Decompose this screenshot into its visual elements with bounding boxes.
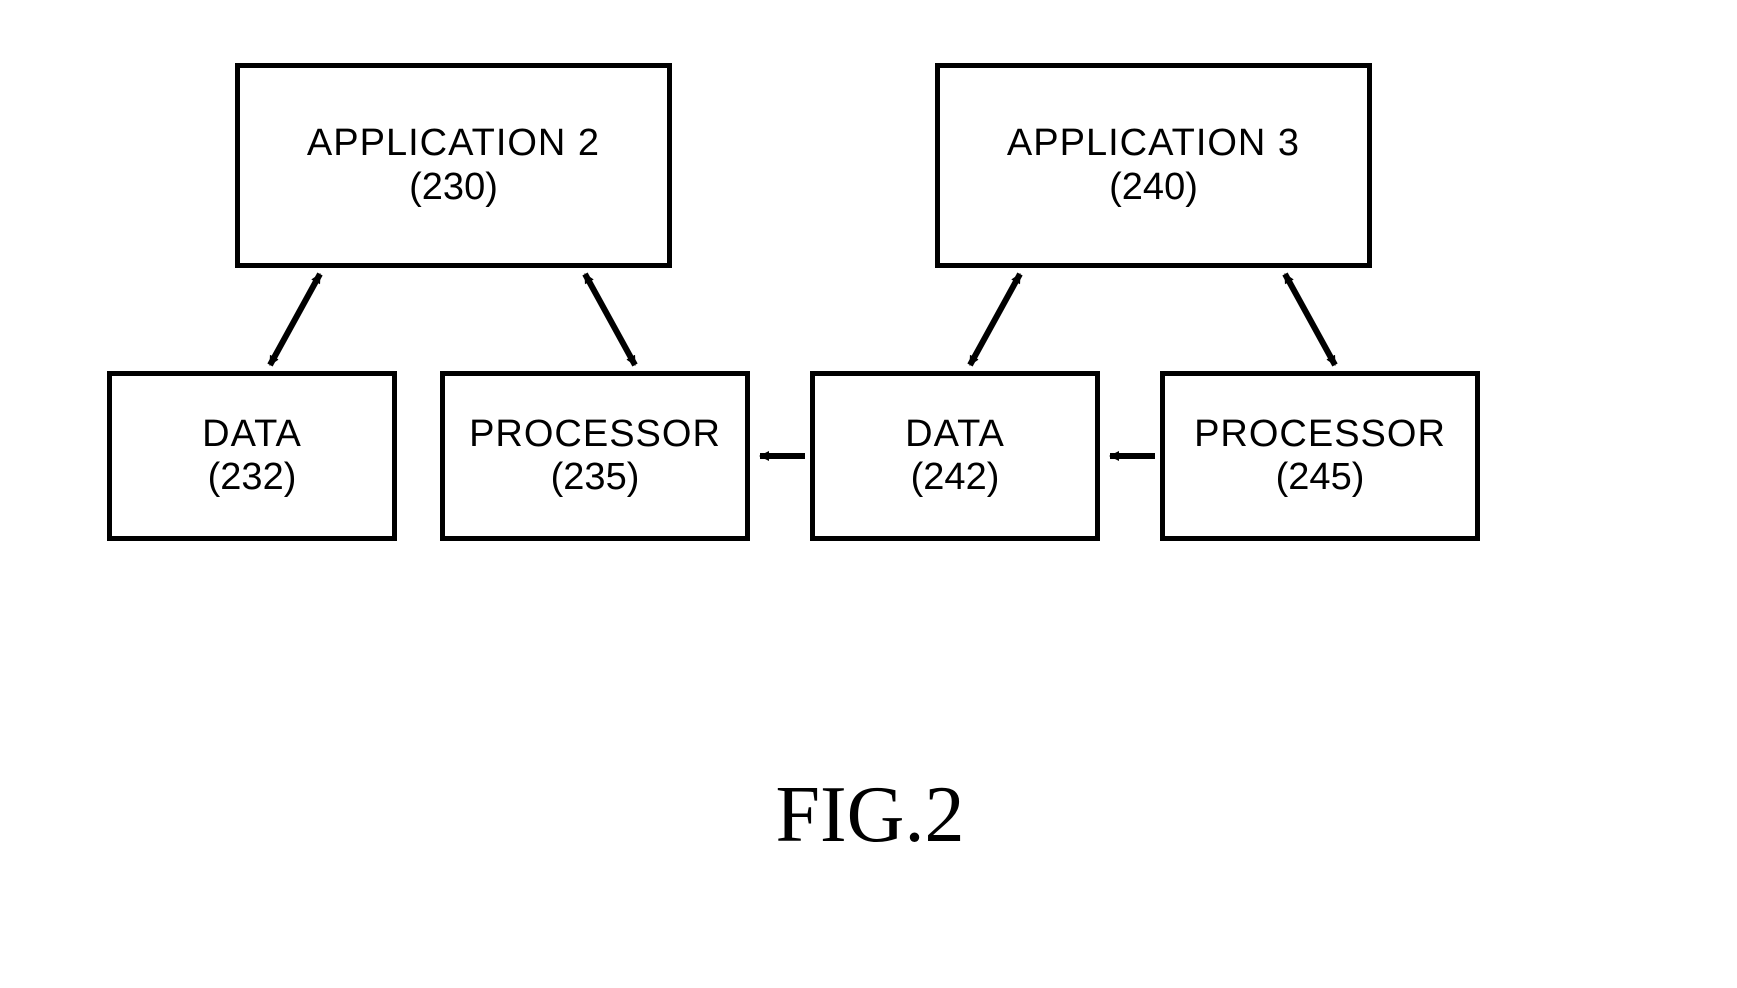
box-processor-245-title: PROCESSOR xyxy=(1194,413,1446,457)
diagram-stage: APPLICATION 2 (230) APPLICATION 3 (240) … xyxy=(0,0,1737,988)
arrow-app3-data242 xyxy=(970,274,1020,365)
box-application-2: APPLICATION 2 (230) xyxy=(235,63,672,268)
figure-caption: FIG.2 xyxy=(640,770,1100,861)
box-data-232: DATA (232) xyxy=(107,371,397,541)
box-data-232-title: DATA xyxy=(202,413,302,457)
box-processor-235-num: (235) xyxy=(551,456,640,499)
box-data-242-num: (242) xyxy=(911,456,1000,499)
box-processor-245: PROCESSOR (245) xyxy=(1160,371,1480,541)
box-processor-235-title: PROCESSOR xyxy=(469,413,721,457)
box-application-3: APPLICATION 3 (240) xyxy=(935,63,1372,268)
box-processor-235: PROCESSOR (235) xyxy=(440,371,750,541)
box-application-3-title: APPLICATION 3 xyxy=(1007,122,1300,166)
box-processor-245-num: (245) xyxy=(1276,456,1365,499)
arrow-app2-data232 xyxy=(270,274,320,365)
box-data-242-title: DATA xyxy=(905,413,1005,457)
arrow-app2-proc235 xyxy=(585,274,635,365)
box-application-2-title: APPLICATION 2 xyxy=(307,122,600,166)
arrow-app3-proc245 xyxy=(1285,274,1335,365)
box-data-232-num: (232) xyxy=(208,456,297,499)
box-data-242: DATA (242) xyxy=(810,371,1100,541)
box-application-2-num: (230) xyxy=(409,166,498,209)
box-application-3-num: (240) xyxy=(1109,166,1198,209)
